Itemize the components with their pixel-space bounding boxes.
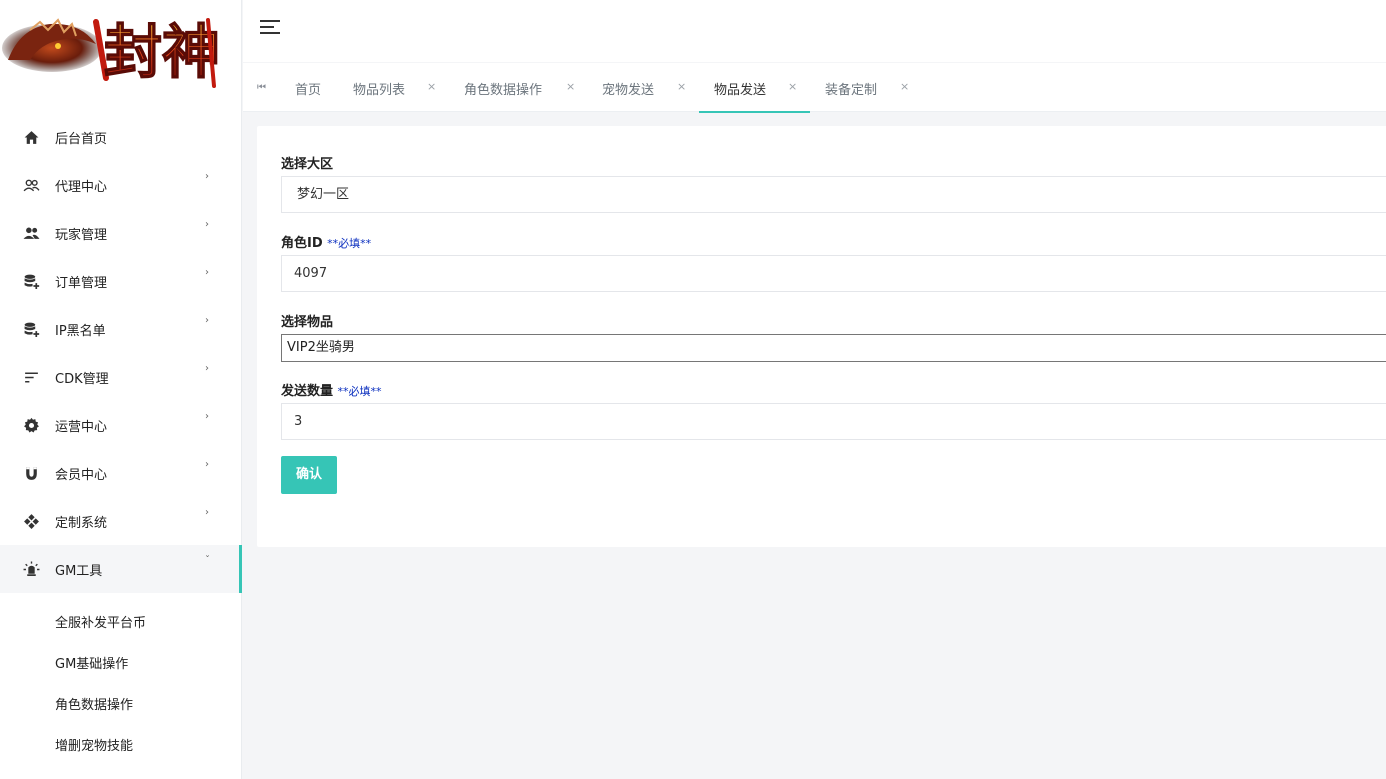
users-outline-icon (23, 179, 40, 192)
close-icon[interactable]: × (788, 80, 797, 93)
tab-pet-send[interactable]: 宠物发送 × (589, 63, 699, 111)
close-icon[interactable]: × (566, 80, 575, 93)
item-select[interactable]: VIP2坐骑男 (281, 334, 1386, 362)
database-plus-icon (24, 274, 40, 289)
zone-label: 选择大区 (281, 157, 334, 172)
sidebar-item-agent[interactable]: 代理中心 › (0, 161, 242, 209)
sidebar-subitem-gm-basic[interactable]: GM基础操作 (0, 642, 242, 683)
role-id-input[interactable]: 4097 (281, 255, 1386, 292)
sidebar-item-label: 定制系统 (55, 516, 108, 531)
sidebar-subitem-pet-skills[interactable]: 增删宠物技能 (0, 724, 242, 765)
close-icon[interactable]: × (427, 80, 436, 93)
svg-text:封神: 封神 (104, 18, 220, 86)
database-plus-icon (24, 322, 40, 337)
sidebar-item-members[interactable]: 会员中心 › (0, 449, 242, 497)
item-send-form: 选择大区 梦幻一区 角色ID **必填** 4097 选择物品 VIP2坐骑男 … (257, 126, 1386, 547)
tab-bar: ⏮ 首页 物品列表 × 角色数据操作 × 宠物发送 × 物品发送 × 装备定制 … (243, 62, 1386, 113)
sidebar-item-ip-blacklist[interactable]: IP黑名单 › (0, 305, 242, 353)
sidebar: 封神 后台首页 代理中心 › 玩家管理 › 订单管理 › IP黑名单 › CDK… (0, 0, 242, 779)
game-logo[interactable]: 封神 (0, 0, 242, 110)
chevron-down-icon: ˇ (205, 555, 210, 566)
tab-item-send[interactable]: 物品发送 × (699, 63, 810, 113)
sidebar-item-cdk[interactable]: CDK管理 › (0, 353, 242, 401)
top-bar (243, 0, 1386, 62)
tab-role-data[interactable]: 角色数据操作 × (450, 63, 588, 111)
sidebar-item-gm-tools[interactable]: GM工具 ˇ (0, 545, 242, 593)
quantity-label: 发送数量 **必填** (281, 384, 382, 399)
role-id-label: 角色ID **必填** (281, 236, 372, 251)
required-hint: **必填** (327, 237, 372, 250)
sidebar-item-label: 会员中心 (55, 468, 108, 483)
chevron-right-icon: › (205, 363, 209, 374)
tab-label: 宠物发送 (602, 83, 655, 98)
tab-scroll-first-icon[interactable]: ⏮ (257, 82, 266, 93)
quantity-input[interactable]: 3 (281, 403, 1386, 440)
close-icon[interactable]: × (677, 80, 686, 93)
sidebar-item-players[interactable]: 玩家管理 › (0, 209, 242, 257)
people-icon (23, 227, 40, 239)
sidebar-item-custom-system[interactable]: 定制系统 › (0, 497, 242, 545)
sidebar-item-label: 后台首页 (55, 132, 108, 147)
close-icon[interactable]: × (900, 80, 909, 93)
sidebar-subitem-role-data[interactable]: 角色数据操作 (0, 683, 242, 724)
sidebar-item-label: 订单管理 (55, 276, 108, 291)
gear-icon (24, 417, 39, 433)
chevron-right-icon: › (205, 219, 209, 230)
sidebar-item-dashboard[interactable]: 后台首页 (0, 113, 242, 161)
chevron-right-icon: › (205, 507, 209, 518)
chevron-right-icon: › (205, 411, 209, 422)
tab-item-list[interactable]: 物品列表 × (339, 63, 449, 111)
confirm-button[interactable]: 确认 (281, 456, 337, 494)
tab-label: 物品发送 (714, 83, 767, 98)
sidebar-item-label: 运营中心 (55, 420, 108, 435)
chevron-right-icon: › (205, 267, 209, 278)
sidebar-item-label: CDK管理 (55, 372, 109, 387)
sidebar-item-orders[interactable]: 订单管理 › (0, 257, 242, 305)
tab-label: 物品列表 (353, 83, 406, 98)
chevron-right-icon: › (205, 459, 209, 470)
tab-label: 首页 (295, 83, 322, 98)
sidebar-nav: 后台首页 代理中心 › 玩家管理 › 订单管理 › IP黑名单 › CDK管理 … (0, 113, 242, 765)
sidebar-item-operations[interactable]: 运营中心 › (0, 401, 242, 449)
chevron-right-icon: › (205, 171, 209, 182)
sidebar-item-label: 代理中心 (55, 180, 108, 195)
menu-toggle-icon[interactable] (260, 20, 280, 36)
sidebar-item-label: 玩家管理 (55, 228, 108, 243)
required-hint: **必填** (337, 385, 382, 398)
chevron-right-icon: › (205, 315, 209, 326)
tab-label: 角色数据操作 (464, 83, 543, 98)
magnet-icon (26, 467, 37, 480)
diamond-dots-icon (24, 514, 39, 529)
sidebar-item-label: IP黑名单 (55, 324, 106, 339)
sidebar-subitem-reissue-currency[interactable]: 全服补发平台币 (0, 601, 242, 642)
tab-home[interactable]: 首页 (287, 63, 337, 111)
item-select-label: 选择物品 (281, 315, 334, 330)
sort-lines-icon (25, 372, 38, 383)
sidebar-item-label: GM工具 (55, 564, 103, 579)
tab-label: 装备定制 (825, 83, 878, 98)
zone-select[interactable]: 梦幻一区 (281, 176, 1386, 213)
tab-equipment-custom[interactable]: 装备定制 × (811, 63, 921, 111)
lamp-icon (23, 561, 40, 576)
home-icon (24, 131, 39, 144)
